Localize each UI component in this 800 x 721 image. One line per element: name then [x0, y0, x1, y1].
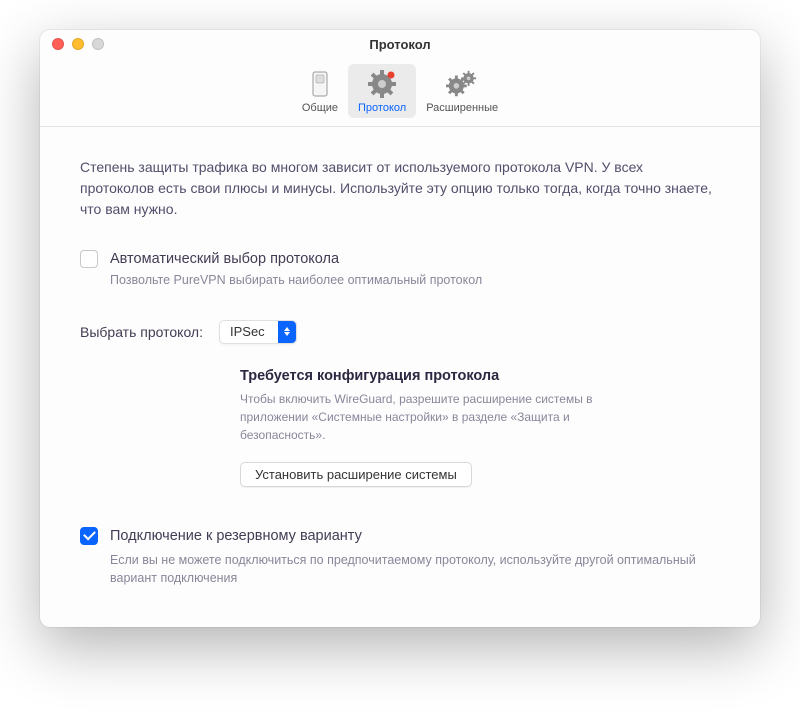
- tab-general[interactable]: Общие: [292, 64, 348, 118]
- auto-protocol-option: Автоматический выбор протокола Позвольте…: [80, 250, 720, 290]
- toolbar: Общие: [40, 58, 760, 127]
- window-title: Протокол: [40, 37, 760, 52]
- fallback-desc: Если вы не можете подключиться по предпо…: [110, 551, 720, 587]
- tab-label: Расширенные: [426, 102, 498, 114]
- auto-protocol-desc: Позвольте PureVPN выбирать наиболее опти…: [110, 272, 720, 290]
- fallback-label: Подключение к резервному варианту: [110, 528, 362, 544]
- titlebar: Протокол: [40, 30, 760, 58]
- config-title: Требуется конфигурация протокола: [240, 368, 720, 384]
- intro-text: Степень защиты трафика во многом зависит…: [80, 157, 720, 220]
- tab-advanced[interactable]: Расширенные: [416, 64, 508, 118]
- protocol-select[interactable]: IPSec: [219, 320, 297, 344]
- config-desc: Чтобы включить WireGuard, разрешите расш…: [240, 390, 640, 444]
- maximize-button: [92, 38, 104, 50]
- preferences-window: Протокол Общие: [40, 30, 760, 627]
- minimize-button[interactable]: [72, 38, 84, 50]
- fallback-checkbox[interactable]: [80, 527, 98, 545]
- content-area: Степень защиты трафика во многом зависит…: [40, 127, 760, 627]
- gear-icon: [366, 68, 398, 100]
- gears-icon: [446, 68, 478, 100]
- tab-label: Общие: [302, 102, 338, 114]
- fallback-option: Подключение к резервному варианту Если в…: [80, 527, 720, 587]
- auto-protocol-label: Автоматический выбор протокола: [110, 251, 339, 267]
- close-button[interactable]: [52, 38, 64, 50]
- protocol-select-label: Выбрать протокол:: [80, 324, 203, 340]
- tab-label: Протокол: [358, 102, 406, 114]
- protocol-select-row: Выбрать протокол: IPSec: [80, 320, 720, 344]
- install-extension-button[interactable]: Установить расширение системы: [240, 462, 472, 487]
- select-stepper-icon: [278, 321, 296, 343]
- protocol-config-block: Требуется конфигурация протокола Чтобы в…: [240, 368, 720, 487]
- traffic-lights: [52, 38, 104, 50]
- tab-protocol[interactable]: Протокол: [348, 64, 416, 118]
- switch-icon: [304, 68, 336, 100]
- protocol-select-value: IPSec: [220, 324, 278, 339]
- auto-protocol-checkbox[interactable]: [80, 250, 98, 268]
